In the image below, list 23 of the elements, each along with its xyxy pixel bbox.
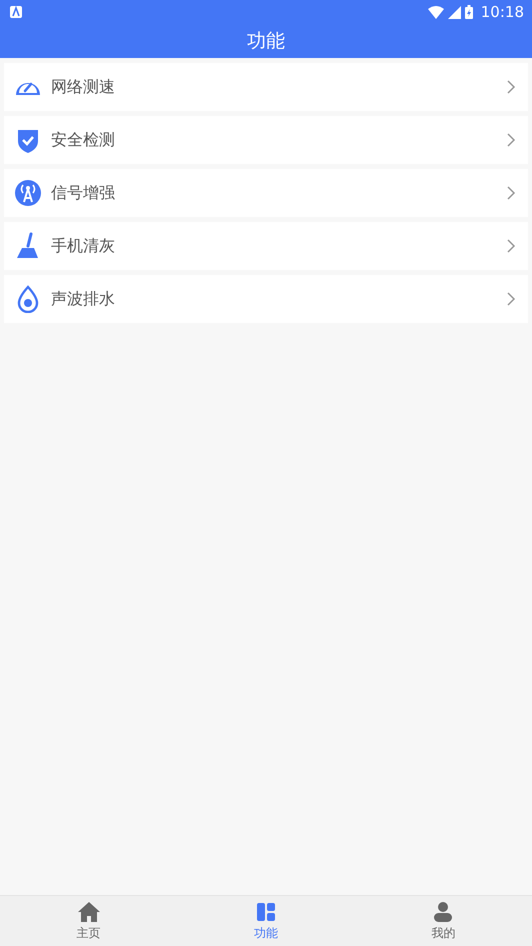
app-notification-icon — [10, 6, 22, 18]
battery-icon — [464, 5, 473, 19]
nav-tab[interactable]: 功能 — [177, 896, 355, 946]
chevron-right-icon — [506, 238, 516, 254]
chevron-right-icon — [506, 291, 516, 307]
chevron-right-icon — [506, 79, 516, 95]
nav-tab[interactable]: 我的 — [354, 896, 532, 946]
grid-icon — [254, 900, 277, 922]
nav-tab[interactable]: 主页 — [0, 896, 178, 946]
feature-item[interactable]: 信号增强 — [4, 169, 528, 217]
feature-item[interactable]: 网络测速 — [4, 63, 528, 111]
chevron-right-icon — [506, 185, 516, 201]
chevron-right-icon — [506, 132, 516, 148]
page-title: 功能 — [246, 29, 286, 54]
person-icon — [432, 900, 454, 922]
antenna-icon — [14, 179, 42, 207]
signal-icon — [448, 6, 461, 18]
status-time: 10:18 — [480, 3, 524, 21]
home-icon — [78, 900, 100, 922]
feature-item[interactable]: 声波排水 — [4, 275, 528, 323]
wifi-icon — [428, 6, 444, 18]
feature-item[interactable]: 手机清灰 — [4, 222, 528, 270]
feature-item[interactable]: 安全检测 — [4, 116, 528, 164]
